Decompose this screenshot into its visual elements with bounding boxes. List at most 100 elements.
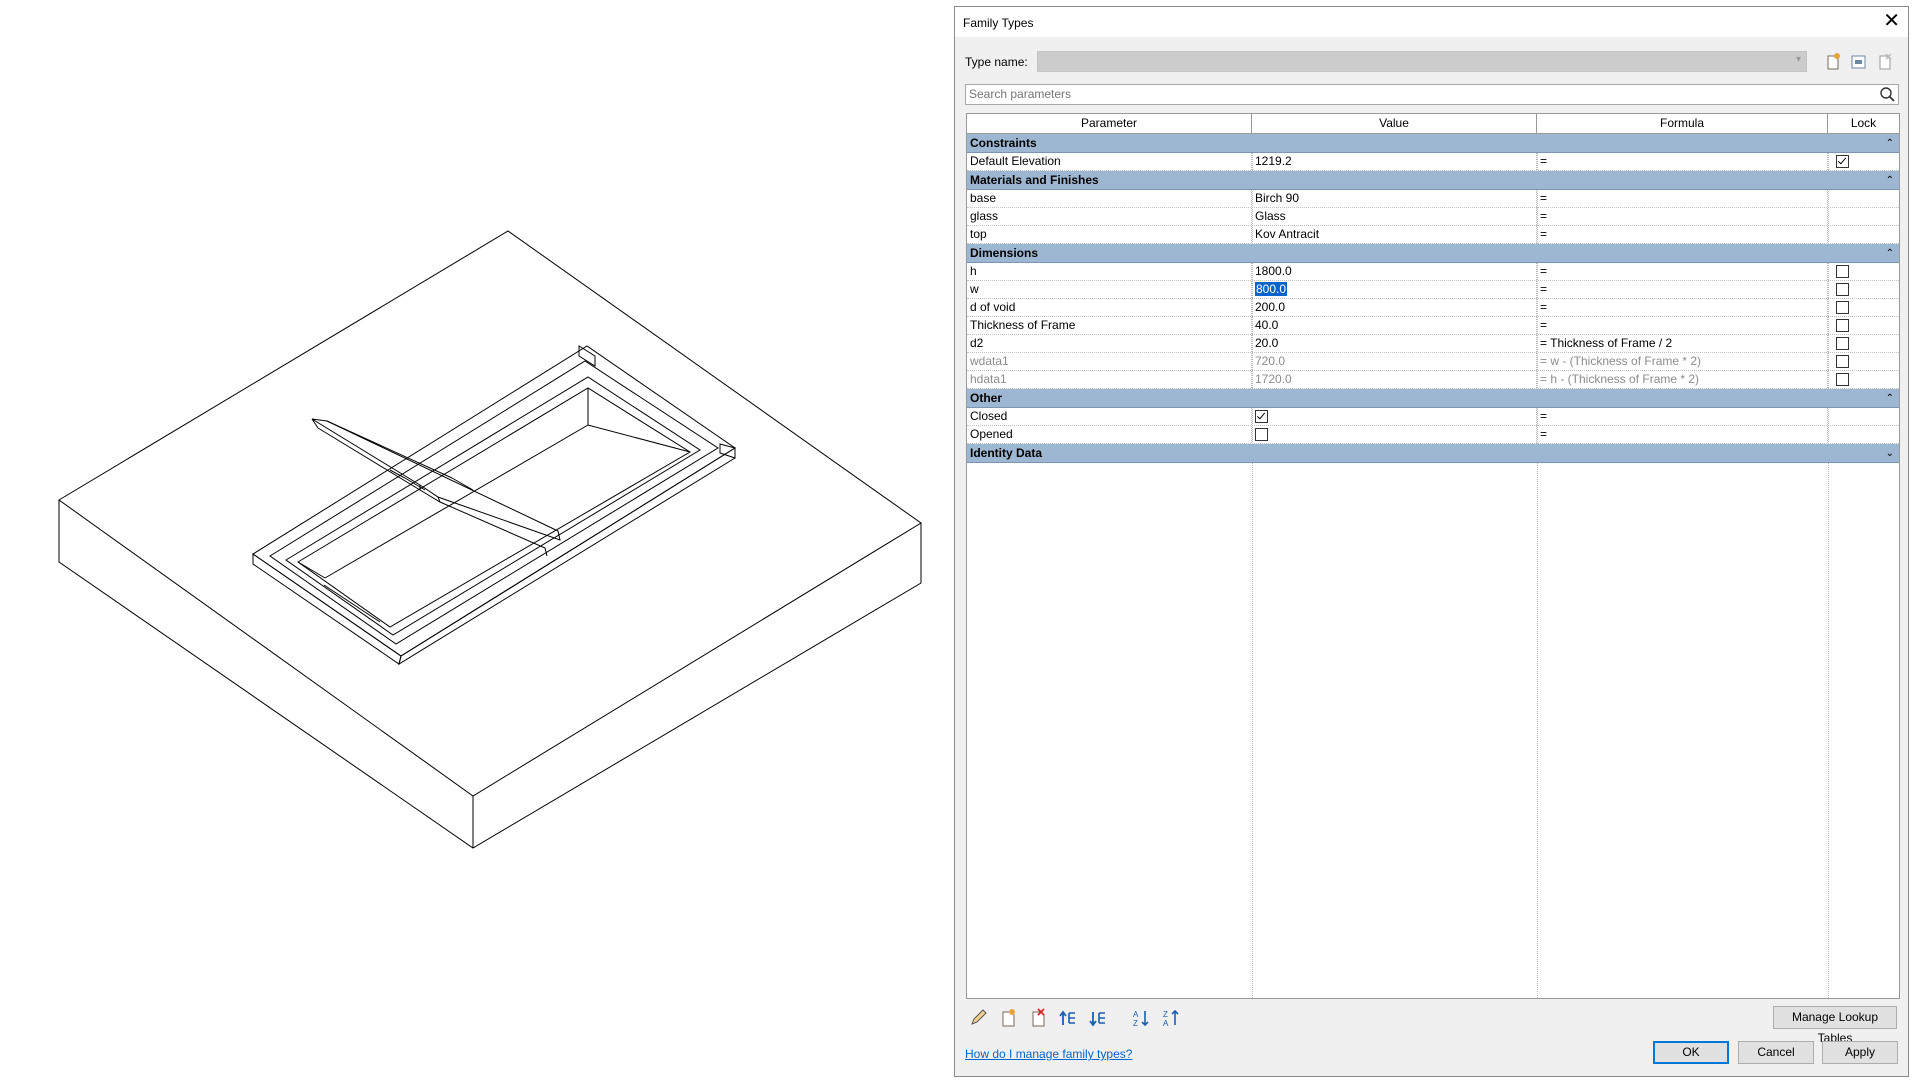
value-text[interactable]: Glass [1255,209,1286,223]
ok-button[interactable]: OK [1653,1041,1729,1064]
table-row[interactable]: Opened = [967,426,1899,444]
new-type-icon[interactable] [1822,51,1844,73]
parameter-value[interactable]: 1720.0 [1252,371,1537,388]
table-row[interactable]: Closed = [967,408,1899,426]
move-up-icon[interactable] [1057,1007,1081,1029]
new-parameter-icon[interactable] [997,1007,1021,1029]
lock-checkbox[interactable] [1836,318,1849,332]
lock-checkbox[interactable] [1836,264,1849,278]
table-row[interactable]: w 800.0 = [967,281,1899,299]
sort-ascending-icon[interactable]: AZ [1129,1007,1153,1029]
value-checkbox-cell[interactable] [1252,426,1537,443]
parameter-formula[interactable]: = [1537,263,1828,280]
value-text[interactable]: Birch 90 [1255,191,1299,205]
search-input[interactable] [966,85,1872,103]
chevron-double-down-icon[interactable]: ⌄ [1886,444,1894,463]
delete-type-icon[interactable] [1874,51,1896,73]
parameter-value[interactable]: 1219.2 [1252,153,1537,170]
lock-checkbox[interactable] [1836,354,1849,368]
column-header-value[interactable]: Value [1252,114,1537,134]
value-text[interactable]: 720.0 [1255,354,1285,368]
value-text[interactable]: 1720.0 [1255,372,1292,386]
parameter-formula[interactable]: = [1537,317,1828,334]
parameter-formula[interactable]: = [1537,281,1828,298]
parameter-value[interactable]: 200.0 [1252,299,1537,316]
parameter-formula[interactable]: = Thickness of Frame / 2 [1537,335,1828,352]
lock-checkbox[interactable] [1836,300,1849,314]
chevron-double-up-icon[interactable]: ⌃ [1886,171,1894,190]
table-row[interactable]: d of void 200.0 = [967,299,1899,317]
parameter-value[interactable]: 800.0 [1252,281,1537,298]
delete-parameter-icon[interactable] [1027,1007,1051,1029]
table-row[interactable]: wdata1 720.0 = w - (Thickness of Frame * 2… [967,353,1899,371]
lock-checkbox[interactable] [1836,282,1849,296]
parameter-value[interactable]: Kov Antracit [1252,226,1537,243]
edit-parameter-icon[interactable] [967,1007,991,1029]
model-3d-view[interactable] [0,0,950,1080]
parameter-value[interactable]: Glass [1252,208,1537,225]
search-parameters-field[interactable] [965,84,1899,105]
table-row[interactable]: Default Elevation 1219.2 = [967,153,1899,171]
table-row[interactable]: base Birch 90 = [967,190,1899,208]
svg-text:A: A [1163,1019,1169,1028]
value-checkbox-cell[interactable] [1252,408,1537,425]
value-text[interactable]: 20.0 [1255,336,1278,350]
parameter-formula[interactable]: = w - (Thickness of Frame * 2) [1537,353,1828,370]
parameter-formula[interactable]: = [1537,208,1828,225]
sort-descending-icon[interactable]: ZA [1159,1007,1183,1029]
group-header[interactable]: Dimensions ⌃ [967,244,1899,263]
parameter-value[interactable]: 40.0 [1252,317,1537,334]
chevron-double-up-icon[interactable]: ⌃ [1886,389,1894,408]
chevron-double-up-icon[interactable]: ⌃ [1886,134,1894,153]
group-header[interactable]: Constraints ⌃ [967,134,1899,153]
value-text[interactable]: 40.0 [1255,318,1278,332]
manage-lookup-tables-button[interactable]: Manage Lookup Tables [1773,1006,1897,1045]
column-header-lock[interactable]: Lock [1828,114,1899,134]
table-row[interactable]: h 1800.0 = [967,263,1899,281]
apply-button[interactable]: Apply [1822,1041,1898,1064]
group-header[interactable]: Other ⌃ [967,389,1899,408]
rename-type-icon[interactable] [1848,51,1870,73]
parameter-value[interactable]: 20.0 [1252,335,1537,352]
parameter-formula[interactable]: = [1537,190,1828,207]
parameters-table: Parameter Value Formula Lock Constraints… [966,113,1900,999]
cancel-button[interactable]: Cancel [1738,1041,1814,1064]
move-down-icon[interactable] [1087,1007,1111,1029]
group-header[interactable]: Identity Data ⌄ [967,444,1899,463]
column-header-formula[interactable]: Formula [1537,114,1828,134]
value-text[interactable]: 1800.0 [1255,264,1292,278]
parameter-formula[interactable]: = [1537,299,1828,316]
lock-checkbox[interactable] [1836,154,1849,168]
lock-checkbox[interactable] [1836,372,1849,386]
parameter-name: base [967,190,1252,207]
lock-cell [1828,353,1899,370]
group-header[interactable]: Materials and Finishes ⌃ [967,171,1899,190]
parameter-formula[interactable]: = [1537,153,1828,170]
parameter-value[interactable]: Birch 90 [1252,190,1537,207]
value-text[interactable]: 200.0 [1255,300,1285,314]
table-row[interactable]: hdata1 1720.0 = h - (Thickness of Frame * … [967,371,1899,389]
table-row[interactable]: Thickness of Frame 40.0 = [967,317,1899,335]
value-text[interactable]: Kov Antracit [1255,227,1319,241]
value-text[interactable]: 800.0 [1255,282,1288,296]
value-checkbox[interactable] [1255,427,1268,441]
table-row[interactable]: glass Glass = [967,208,1899,226]
parameter-value[interactable]: 720.0 [1252,353,1537,370]
table-row[interactable]: d2 20.0 = Thickness of Frame / 2 [967,335,1899,353]
parameter-formula[interactable]: = [1537,408,1828,425]
close-icon[interactable]: ✕ [1883,10,1900,32]
parameter-formula[interactable]: = [1537,426,1828,443]
lock-checkbox[interactable] [1836,336,1849,350]
parameter-name: d of void [967,299,1252,316]
column-header-parameter[interactable]: Parameter [967,114,1252,134]
table-row[interactable]: top Kov Antracit = [967,226,1899,244]
search-icon[interactable] [1879,86,1896,103]
parameter-value[interactable]: 1800.0 [1252,263,1537,280]
parameter-formula[interactable]: = [1537,226,1828,243]
value-checkbox[interactable] [1255,409,1268,423]
value-text[interactable]: 1219.2 [1255,154,1292,168]
chevron-double-up-icon[interactable]: ⌃ [1886,244,1894,263]
parameter-formula[interactable]: = h - (Thickness of Frame * 2) [1537,371,1828,388]
type-name-dropdown[interactable]: ▾ [1037,51,1807,72]
help-link[interactable]: How do I manage family types? [965,1047,1132,1061]
